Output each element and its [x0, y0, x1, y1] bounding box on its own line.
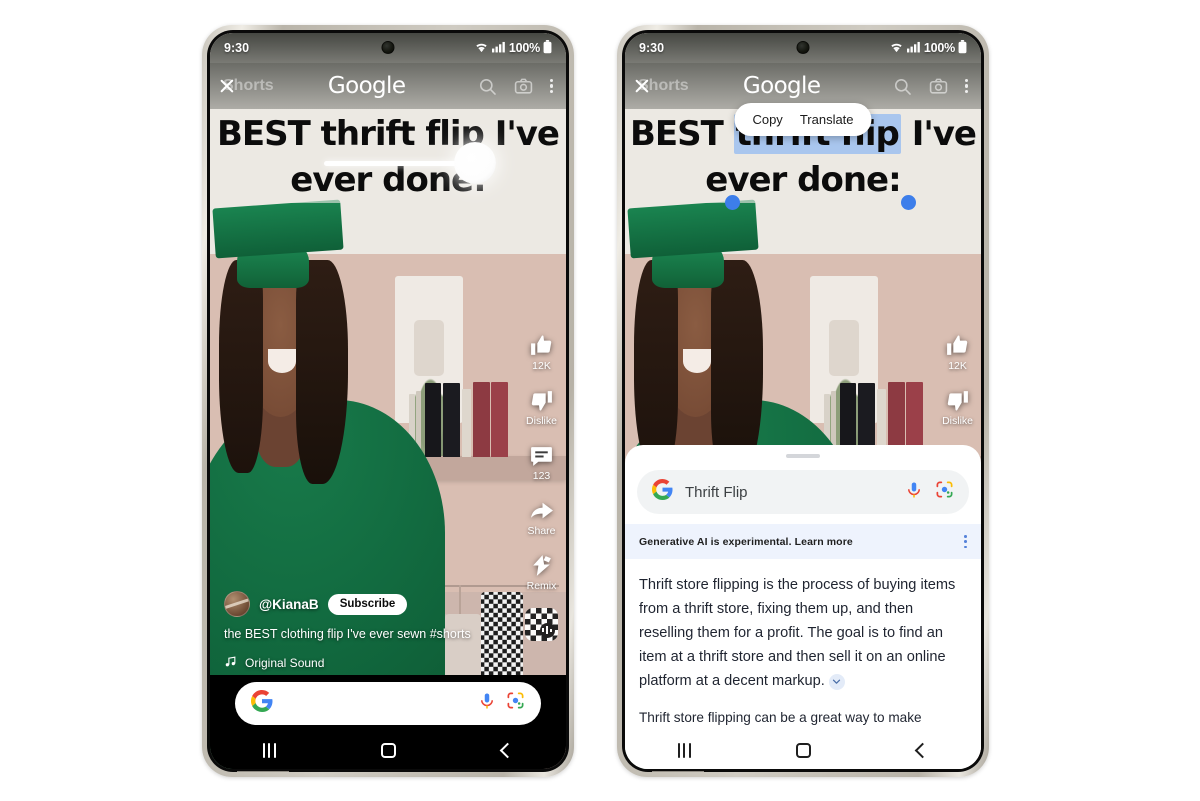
- text-selection-context-menu: Copy Translate: [734, 103, 872, 136]
- avatar[interactable]: [224, 591, 250, 617]
- search-icon[interactable]: [478, 77, 497, 96]
- remix-label: Remix: [526, 580, 557, 592]
- microphone-icon[interactable]: [478, 692, 496, 715]
- ai-answer-paragraph-2: Thrift store flipping can be a great way…: [639, 710, 922, 726]
- search-results-bottom-sheet: Thrift Flip Generative AI is experimenta…: [625, 445, 981, 769]
- dislike-label: Dislike: [942, 415, 973, 427]
- android-nav-bar-right: [625, 731, 981, 769]
- speaker-slot-right: [652, 771, 704, 772]
- sound-row[interactable]: Original Sound: [224, 655, 500, 671]
- shorts-action-rail-right: 12K Dislike: [942, 333, 973, 427]
- phone-screen-right: 9:30 100% Shorts Google BEST flip I've e…: [625, 33, 981, 769]
- like-count: 12K: [532, 360, 551, 372]
- gesture-touch-point: [454, 142, 496, 184]
- back-icon[interactable]: [499, 742, 516, 758]
- ai-answer-block: Thrift store flipping is the process of …: [625, 559, 981, 693]
- remix-button[interactable]: Remix: [526, 553, 557, 592]
- front-camera-punchhole: [381, 41, 395, 54]
- like-button[interactable]: 12K: [945, 333, 970, 372]
- wifi-icon: [474, 41, 489, 56]
- sheet-search-input[interactable]: Thrift Flip: [637, 470, 969, 514]
- phone-device-left: 9:30 100% Shorts Google BEST thrift flip…: [202, 25, 574, 777]
- close-icon[interactable]: [633, 78, 650, 95]
- kebab-menu-icon[interactable]: [549, 78, 553, 94]
- translate-menu-item[interactable]: Translate: [800, 112, 854, 127]
- search-input[interactable]: [234, 681, 542, 725]
- camera-icon[interactable]: [929, 77, 948, 96]
- google-lens-icon[interactable]: [506, 691, 525, 715]
- selection-handle-end[interactable]: [901, 195, 916, 210]
- sheet-search-query: Thrift Flip: [685, 483, 748, 501]
- recents-icon[interactable]: [677, 742, 691, 758]
- share-button[interactable]: Share: [527, 498, 556, 537]
- back-icon[interactable]: [914, 742, 931, 758]
- home-icon[interactable]: [381, 742, 397, 758]
- sheet-drag-handle[interactable]: [786, 454, 820, 458]
- channel-metadata: @KianaB Subscribe the BEST clothing flip…: [224, 591, 500, 671]
- google-wordmark: Google: [327, 73, 406, 99]
- status-time: 9:30: [224, 41, 250, 55]
- phone-bezel-left: 9:30 100% Shorts Google BEST thrift flip…: [207, 30, 569, 772]
- battery-percent: 100%: [923, 41, 955, 55]
- genai-disclaimer-text: Generative AI is experimental.: [639, 535, 792, 548]
- screenshot-canvas: 9:30 100% Shorts Google BEST thrift flip…: [0, 0, 1200, 801]
- comments-button[interactable]: 123: [529, 443, 554, 482]
- battery-icon: [958, 39, 967, 57]
- home-icon[interactable]: [796, 742, 812, 758]
- channel-handle[interactable]: @KianaB: [259, 597, 319, 612]
- comment-count: 123: [532, 470, 551, 482]
- copy-menu-item[interactable]: Copy: [752, 112, 782, 127]
- phone-bezel-right: 9:30 100% Shorts Google BEST flip I've e…: [622, 30, 984, 772]
- camera-icon[interactable]: [514, 77, 533, 96]
- search-icon[interactable]: [893, 77, 912, 96]
- sound-label: Original Sound: [245, 656, 325, 670]
- dislike-label: Dislike: [526, 415, 557, 427]
- generative-ai-banner: Generative AI is experimental. Learn mor…: [625, 524, 981, 560]
- kebab-menu-icon[interactable]: [964, 535, 967, 549]
- recents-icon[interactable]: [262, 742, 276, 758]
- speaker-slot: [237, 771, 289, 772]
- wifi-icon: [889, 41, 904, 56]
- share-label: Share: [527, 525, 556, 537]
- google-search-dock: [210, 675, 566, 731]
- battery-percent: 100%: [508, 41, 540, 55]
- selection-handle-start[interactable]: [725, 195, 740, 210]
- app-top-bar: Shorts Google: [210, 63, 566, 109]
- google-g-icon: [652, 479, 673, 505]
- overlay-text-after: I've: [900, 114, 977, 154]
- like-button[interactable]: 12K: [529, 333, 554, 372]
- overlay-line-1: BEST thrift flip I've: [214, 111, 562, 157]
- dislike-button[interactable]: Dislike: [526, 388, 557, 427]
- like-count: 12K: [948, 360, 967, 372]
- google-wordmark: Google: [742, 73, 821, 99]
- dislike-button[interactable]: Dislike: [942, 388, 973, 427]
- signal-icon: [906, 41, 921, 56]
- signal-icon: [491, 41, 506, 56]
- front-camera-punchhole-right: [796, 41, 810, 54]
- video-overlay-text: BEST thrift flip I've ever done:: [210, 111, 566, 203]
- phone-device-right: 9:30 100% Shorts Google BEST flip I've e…: [617, 25, 989, 777]
- shorts-action-rail: 12K Dislike 123 Share Remix: [525, 333, 558, 641]
- microphone-icon[interactable]: [905, 481, 923, 504]
- learn-more-link[interactable]: Learn more: [795, 536, 853, 548]
- ai-answer-paragraph: Thrift store flipping is the process of …: [639, 577, 956, 690]
- overlay-text-before: BEST: [630, 114, 734, 154]
- kebab-menu-icon[interactable]: [964, 78, 968, 94]
- google-lens-icon[interactable]: [935, 480, 954, 504]
- battery-icon: [543, 39, 552, 57]
- chevron-down-icon[interactable]: [828, 673, 845, 690]
- status-time: 9:30: [639, 41, 665, 55]
- sound-disc-icon[interactable]: [525, 608, 558, 641]
- phone-screen-left: 9:30 100% Shorts Google BEST thrift flip…: [210, 33, 566, 769]
- music-note-icon: [224, 655, 237, 671]
- google-g-icon: [250, 689, 273, 717]
- subscribe-button[interactable]: Subscribe: [327, 593, 408, 615]
- close-icon[interactable]: [218, 78, 235, 95]
- android-nav-bar: [210, 731, 566, 769]
- video-caption[interactable]: the BEST clothing flip I've ever sewn #s…: [224, 626, 500, 643]
